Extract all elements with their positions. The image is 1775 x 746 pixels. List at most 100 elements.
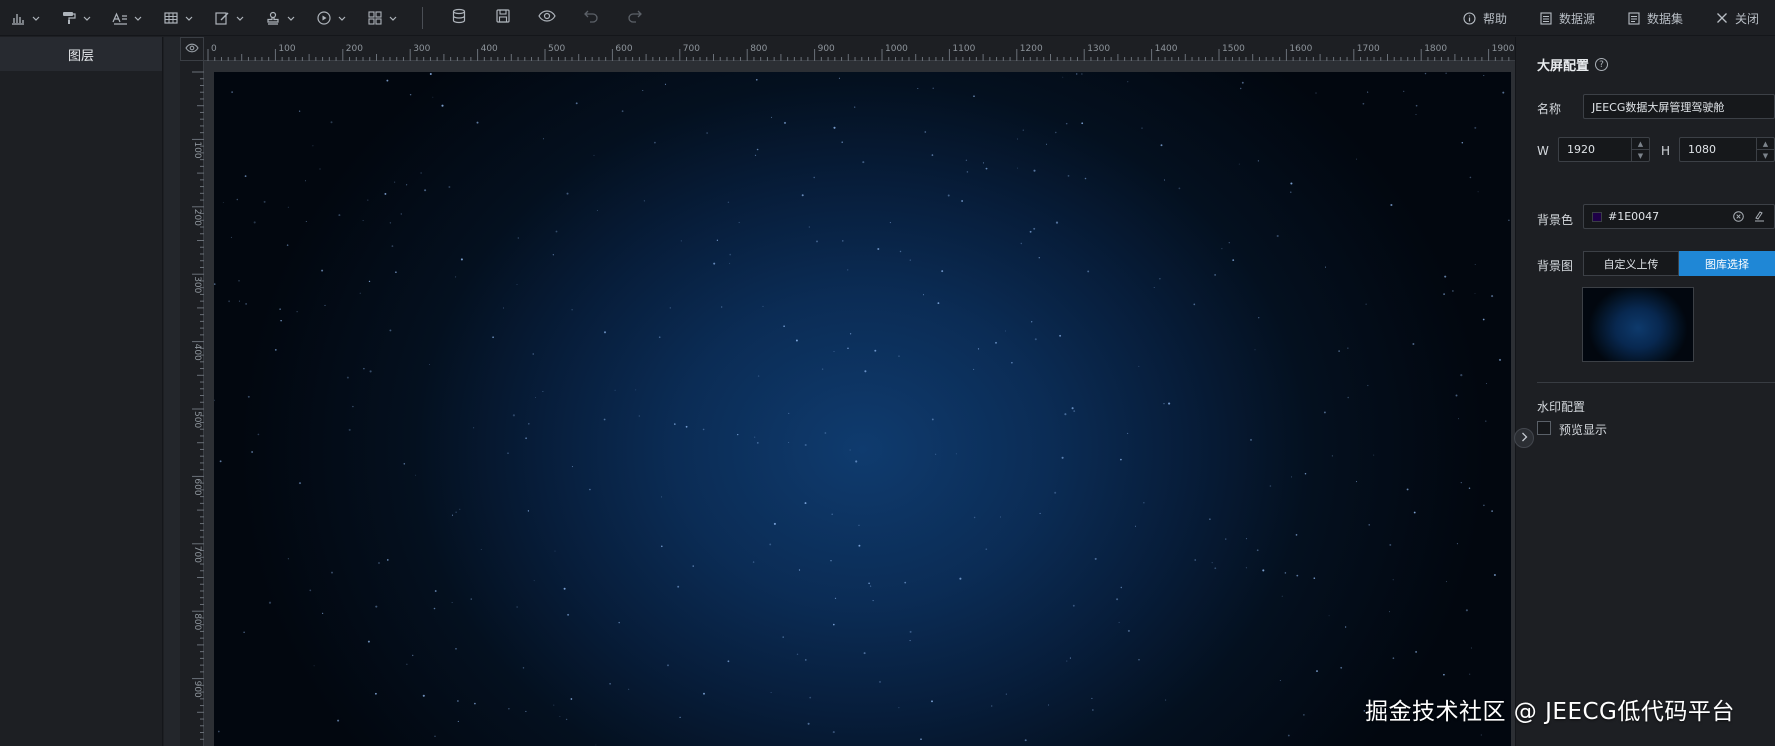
star-dot: [596, 210, 598, 211]
star-dot: [1209, 518, 1211, 520]
star-dot: [982, 162, 985, 164]
height-input[interactable]: 1080 ▲ ▼: [1679, 137, 1775, 162]
ruler-label: 100: [278, 44, 295, 54]
screen-canvas[interactable]: [214, 72, 1511, 746]
star-dot: [858, 544, 861, 547]
star-dot: [1281, 595, 1283, 597]
color-swatch[interactable]: [1592, 211, 1602, 222]
star-dot: [1313, 577, 1316, 579]
star-dot: [1038, 256, 1041, 259]
star-dot: [1168, 402, 1171, 405]
chart-menu-button[interactable]: [0, 0, 51, 36]
save-button[interactable]: [481, 0, 525, 36]
horizontal-ruler[interactable]: 0 100 200 300 400 500 600 700 800 900 1000 1100 1200…: [204, 37, 1515, 61]
star-dot: [1347, 396, 1350, 399]
save-icon: [495, 8, 511, 27]
star-dot: [1033, 227, 1036, 230]
star-dot: [593, 154, 595, 156]
name-input[interactable]: JEECG数据大屏管理驾驶舱: [1583, 94, 1775, 119]
star-dot: [352, 405, 354, 408]
color-picker-icon[interactable]: [1753, 210, 1765, 225]
vertical-ruler[interactable]: 1002003004005006007008009001000: [180, 61, 204, 746]
paint-roller-icon: [61, 10, 77, 26]
database-button[interactable]: [437, 0, 481, 36]
star-dot: [995, 341, 997, 344]
help-button[interactable]: 帮助: [1447, 10, 1523, 27]
star-dot: [247, 395, 250, 398]
height-stepper[interactable]: ▲ ▼: [1756, 138, 1774, 161]
star-dot: [1245, 538, 1247, 540]
star-dot: [457, 720, 459, 722]
help-circle-icon[interactable]: ?: [1595, 58, 1609, 71]
dataset-button[interactable]: 数据集: [1611, 10, 1699, 27]
bg-image-thumbnail[interactable]: [1582, 287, 1694, 362]
star-dot: [1389, 543, 1392, 546]
star-dot: [842, 240, 844, 242]
ruler-toggle-button[interactable]: [180, 37, 204, 61]
redo-button[interactable]: [613, 0, 657, 36]
star-dot: [658, 336, 661, 339]
bg-color-input[interactable]: #1E0047: [1583, 204, 1775, 229]
star-dot: [729, 253, 732, 256]
tab-library-select[interactable]: 图库选择: [1679, 251, 1775, 276]
star-dot: [1474, 126, 1477, 129]
star-dot: [1491, 510, 1493, 512]
star-dot: [472, 427, 475, 429]
width-stepper[interactable]: ▲ ▼: [1631, 138, 1649, 161]
media-menu-button[interactable]: [306, 0, 357, 36]
bg-color-label: 背景色: [1537, 213, 1574, 227]
star-dot: [727, 660, 730, 663]
star-dot: [878, 680, 882, 683]
layers-title[interactable]: 图层: [0, 37, 162, 71]
star-dot: [1458, 418, 1459, 420]
preview-button[interactable]: [525, 0, 569, 36]
star-dot: [362, 220, 364, 221]
preview-checkbox[interactable]: [1537, 421, 1551, 435]
text-menu-button[interactable]: [102, 0, 153, 36]
star-dot: [1474, 293, 1476, 294]
stepper-down-icon[interactable]: ▼: [1757, 149, 1774, 161]
star-dot: [389, 329, 392, 332]
tab-custom-upload[interactable]: 自定义上传: [1583, 251, 1679, 276]
star-dot: [1290, 191, 1292, 193]
star-dot: [287, 558, 289, 560]
star-dot: [1020, 242, 1023, 245]
star-dot: [727, 201, 730, 203]
collapse-right-button[interactable]: [1514, 428, 1534, 448]
name-value: JEECG数据大屏管理驾驶舱: [1592, 100, 1725, 114]
layout-menu-button[interactable]: [357, 0, 408, 36]
table-menu-button[interactable]: [153, 0, 204, 36]
star-dot: [1367, 384, 1369, 387]
form-menu-button[interactable]: [204, 0, 255, 36]
clear-icon[interactable]: [1733, 211, 1744, 225]
star-dot: [1403, 90, 1405, 93]
star-dot: [832, 731, 835, 734]
ruler-label: 800: [750, 44, 767, 54]
star-dot: [783, 325, 785, 327]
ruler-label: 1200: [1020, 44, 1043, 54]
star-dot: [243, 631, 245, 633]
star-dot: [618, 621, 620, 624]
star-dot: [1483, 75, 1485, 76]
datasource-button[interactable]: 数据源: [1523, 10, 1611, 27]
ruler-label: 1100: [952, 44, 975, 54]
star-dot: [395, 271, 397, 274]
star-dot: [512, 414, 515, 417]
width-input[interactable]: 1920 ▲ ▼: [1558, 137, 1650, 162]
stepper-up-icon[interactable]: ▲: [1632, 138, 1649, 149]
star-dot: [1194, 559, 1196, 561]
star-dot: [1071, 407, 1074, 410]
star-dot: [1367, 91, 1369, 93]
star-dot: [394, 181, 396, 183]
stepper-down-icon[interactable]: ▼: [1632, 149, 1649, 161]
decoration-menu-button[interactable]: [51, 0, 102, 36]
star-dot: [965, 159, 968, 161]
star-dot: [286, 244, 289, 246]
component-menu-button[interactable]: [255, 0, 306, 36]
stepper-up-icon[interactable]: ▲: [1757, 138, 1774, 149]
star-dot: [1087, 270, 1090, 273]
undo-button[interactable]: [569, 0, 613, 36]
star-dot: [268, 601, 272, 604]
ruler-label: 100: [192, 141, 202, 158]
close-button[interactable]: 关闭: [1699, 10, 1775, 27]
